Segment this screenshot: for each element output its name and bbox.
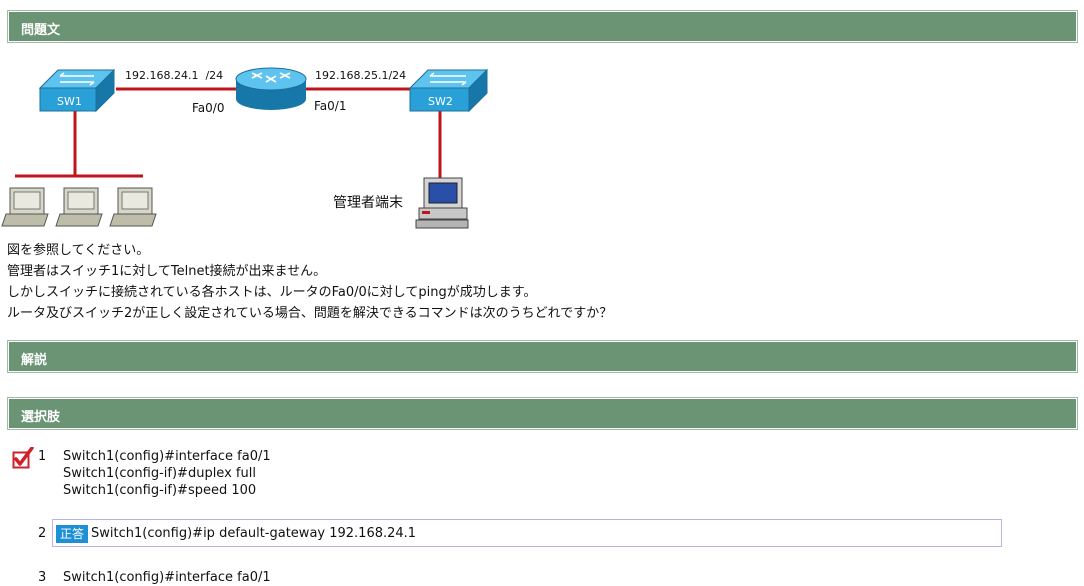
admin-terminal-label: 管理者端末: [333, 195, 403, 211]
question-line-4: ルータ及びスイッチ2が正しく設定されている場合、問題を解決できるコマンドは次のう…: [7, 306, 613, 321]
choice-3-text[interactable]: Switch1(config)#interface fa0/1: [63, 569, 271, 586]
choice-1-line-1: Switch1(config)#interface fa0/1: [63, 449, 271, 464]
ip-label-left: 192.168.24.1 /24: [125, 69, 223, 82]
choice-1-line-3: Switch1(config-if)#speed 100: [63, 483, 257, 498]
port-label-left: Fa0/0: [192, 101, 224, 115]
section-title-choices: 選択肢: [21, 410, 61, 425]
network-diagram: SW1 SW2 192.168.24.1 /24 192.168.25.1/24…: [1, 67, 489, 229]
question-text: 図を参照してください。 管理者はスイッチ1に対してTelnet接続が出来ません。…: [7, 240, 612, 324]
choice-number-2: 2: [38, 526, 47, 541]
choice-number-1: 1: [38, 449, 47, 464]
question-line-1: 図を参照してください。: [7, 243, 150, 258]
choice-number-3: 3: [38, 570, 47, 585]
section-header-choices: 選択肢: [7, 397, 1078, 430]
section-header-explanation[interactable]: 解説: [7, 340, 1078, 373]
choice-2-line-1: Switch1(config)#ip default-gateway 192.1…: [91, 526, 417, 541]
question-line-3: しかしスイッチに接続されている各ホストは、ルータのFa0/0に対してpingが成…: [7, 285, 537, 300]
section-header-question: 問題文: [7, 10, 1078, 43]
choice-2-correct-box[interactable]: 正答 Switch1(config)#ip default-gateway 19…: [52, 519, 1002, 547]
section-title-question: 問題文: [21, 23, 61, 38]
section-title-explanation: 解説: [21, 353, 48, 368]
admin-terminal-icon: [415, 177, 469, 229]
host-pc-icon-2: [55, 187, 103, 227]
switch-sw1-icon: SW1: [38, 68, 116, 113]
correct-answer-badge: 正答: [56, 525, 89, 543]
question-line-2: 管理者はスイッチ1に対してTelnet接続が出来ません。: [7, 264, 327, 279]
choice-1-text[interactable]: Switch1(config)#interface fa0/1 Switch1(…: [63, 448, 271, 499]
checked-checkbox-icon[interactable]: [12, 447, 34, 469]
host-pc-icon-1: [1, 187, 49, 227]
choice-1-line-2: Switch1(config-if)#duplex full: [63, 466, 256, 481]
router-icon: [235, 67, 307, 110]
choice-3-line-1: Switch1(config)#interface fa0/1: [63, 570, 271, 585]
sw1-label: SW1: [57, 95, 82, 108]
sw2-label: SW2: [428, 95, 453, 108]
switch-sw2-icon: SW2: [408, 68, 489, 113]
ip-label-right: 192.168.25.1/24: [315, 69, 406, 82]
host-pc-icon-3: [109, 187, 157, 227]
port-label-right: Fa0/1: [314, 99, 346, 113]
